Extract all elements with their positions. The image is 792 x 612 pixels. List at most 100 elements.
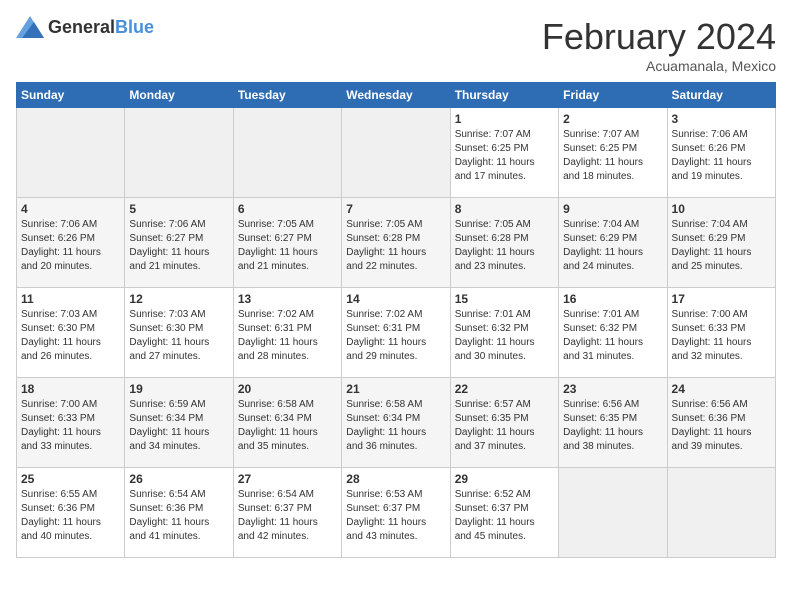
calendar-table: SundayMondayTuesdayWednesdayThursdayFrid… (16, 82, 776, 558)
calendar-cell: 23 Sunrise: 6:56 AM Sunset: 6:35 PM Dayli… (559, 378, 667, 468)
week-row-4: 18 Sunrise: 7:00 AM Sunset: 6:33 PM Dayli… (17, 378, 776, 468)
day-info: Sunrise: 6:54 AM Sunset: 6:36 PM Dayligh… (129, 488, 228, 544)
day-info: Sunrise: 6:56 AM Sunset: 6:36 PM Dayligh… (672, 398, 771, 454)
calendar-cell: 2 Sunrise: 7:07 AM Sunset: 6:25 PM Daylig… (559, 108, 667, 198)
calendar-cell: 17Sunrise: 7:00 AM Sunset: 6:33 PM Dayli… (667, 288, 775, 378)
day-info: Sunrise: 7:07 AM Sunset: 6:25 PM Dayligh… (455, 128, 554, 184)
title-block: February 2024 Acuamanala, Mexico (542, 16, 776, 74)
calendar-cell: 24 Sunrise: 6:56 AM Sunset: 6:36 PM Dayli… (667, 378, 775, 468)
day-number: 22 (455, 382, 554, 396)
day-number: 14 (346, 292, 445, 306)
calendar-cell: 25 Sunrise: 6:55 AM Sunset: 6:36 PM Dayli… (17, 468, 125, 558)
week-row-3: 11 Sunrise: 7:03 AM Sunset: 6:30 PM Dayli… (17, 288, 776, 378)
day-number: 11 (21, 292, 120, 306)
day-number: 4 (21, 202, 120, 216)
month-title: February 2024 (542, 16, 776, 58)
day-number: 16 (563, 292, 662, 306)
day-info: Sunrise: 6:59 AM Sunset: 6:34 PM Dayligh… (129, 398, 228, 454)
calendar-cell: 20 Sunrise: 6:58 AM Sunset: 6:34 PM Dayli… (233, 378, 341, 468)
day-number: 6 (238, 202, 337, 216)
day-number: 18 (21, 382, 120, 396)
calendar-cell: 11 Sunrise: 7:03 AM Sunset: 6:30 PM Dayli… (17, 288, 125, 378)
location: Acuamanala, Mexico (542, 58, 776, 74)
logo-general: General (48, 17, 115, 37)
calendar-cell: 22 Sunrise: 6:57 AM Sunset: 6:35 PM Dayli… (450, 378, 558, 468)
day-info: Sunrise: 6:54 AM Sunset: 6:37 PM Dayligh… (238, 488, 337, 544)
day-info: Sunrise: 7:00 AM Sunset: 6:33 PM Dayligh… (672, 308, 771, 364)
day-number: 5 (129, 202, 228, 216)
calendar-cell: 8 Sunrise: 7:05 AM Sunset: 6:28 PM Daylig… (450, 198, 558, 288)
calendar-body: 1 Sunrise: 7:07 AM Sunset: 6:25 PM Daylig… (17, 108, 776, 558)
day-number: 23 (563, 382, 662, 396)
day-info: Sunrise: 7:06 AM Sunset: 6:26 PM Dayligh… (672, 128, 771, 184)
calendar-cell: 9Sunrise: 7:04 AM Sunset: 6:29 PM Daylig… (559, 198, 667, 288)
day-info: Sunrise: 7:06 AM Sunset: 6:26 PM Dayligh… (21, 218, 120, 274)
day-info: Sunrise: 7:00 AM Sunset: 6:33 PM Dayligh… (21, 398, 120, 454)
calendar-cell: 3 Sunrise: 7:06 AM Sunset: 6:26 PM Daylig… (667, 108, 775, 198)
day-info: Sunrise: 7:05 AM Sunset: 6:28 PM Dayligh… (455, 218, 554, 274)
week-row-2: 4 Sunrise: 7:06 AM Sunset: 6:26 PM Daylig… (17, 198, 776, 288)
day-info: Sunrise: 7:01 AM Sunset: 6:32 PM Dayligh… (455, 308, 554, 364)
day-number: 3 (672, 112, 771, 126)
col-header-tuesday: Tuesday (233, 83, 341, 108)
day-info: Sunrise: 6:56 AM Sunset: 6:35 PM Dayligh… (563, 398, 662, 454)
calendar-cell: 28Sunrise: 6:53 AM Sunset: 6:37 PM Dayli… (342, 468, 450, 558)
calendar-cell: 6 Sunrise: 7:05 AM Sunset: 6:27 PM Daylig… (233, 198, 341, 288)
col-header-sunday: Sunday (17, 83, 125, 108)
calendar-cell (667, 468, 775, 558)
calendar-cell: 12Sunrise: 7:03 AM Sunset: 6:30 PM Dayli… (125, 288, 233, 378)
calendar-cell: 21 Sunrise: 6:58 AM Sunset: 6:34 PM Dayli… (342, 378, 450, 468)
day-info: Sunrise: 6:58 AM Sunset: 6:34 PM Dayligh… (346, 398, 445, 454)
day-info: Sunrise: 7:05 AM Sunset: 6:27 PM Dayligh… (238, 218, 337, 274)
day-info: Sunrise: 6:57 AM Sunset: 6:35 PM Dayligh… (455, 398, 554, 454)
calendar-cell: 19Sunrise: 6:59 AM Sunset: 6:34 PM Dayli… (125, 378, 233, 468)
calendar-cell: 10 Sunrise: 7:04 AM Sunset: 6:29 PM Dayli… (667, 198, 775, 288)
day-number: 29 (455, 472, 554, 486)
day-number: 26 (129, 472, 228, 486)
day-number: 20 (238, 382, 337, 396)
calendar-header-row: SundayMondayTuesdayWednesdayThursdayFrid… (17, 83, 776, 108)
day-number: 9 (563, 202, 662, 216)
logo: GeneralBlue (16, 16, 154, 38)
calendar-cell: 13Sunrise: 7:02 AM Sunset: 6:31 PM Dayli… (233, 288, 341, 378)
col-header-wednesday: Wednesday (342, 83, 450, 108)
day-info: Sunrise: 7:02 AM Sunset: 6:31 PM Dayligh… (238, 308, 337, 364)
day-info: Sunrise: 7:02 AM Sunset: 6:31 PM Dayligh… (346, 308, 445, 364)
day-info: Sunrise: 7:01 AM Sunset: 6:32 PM Dayligh… (563, 308, 662, 364)
calendar-cell: 27 Sunrise: 6:54 AM Sunset: 6:37 PM Dayli… (233, 468, 341, 558)
col-header-thursday: Thursday (450, 83, 558, 108)
day-number: 24 (672, 382, 771, 396)
day-number: 27 (238, 472, 337, 486)
calendar-cell (342, 108, 450, 198)
day-info: Sunrise: 7:05 AM Sunset: 6:28 PM Dayligh… (346, 218, 445, 274)
day-number: 12 (129, 292, 228, 306)
day-info: Sunrise: 6:55 AM Sunset: 6:36 PM Dayligh… (21, 488, 120, 544)
calendar-cell (125, 108, 233, 198)
calendar-cell: 26 Sunrise: 6:54 AM Sunset: 6:36 PM Dayli… (125, 468, 233, 558)
logo-icon (16, 16, 44, 38)
calendar-cell: 1 Sunrise: 7:07 AM Sunset: 6:25 PM Daylig… (450, 108, 558, 198)
day-info: Sunrise: 6:52 AM Sunset: 6:37 PM Dayligh… (455, 488, 554, 544)
day-number: 1 (455, 112, 554, 126)
calendar-cell: 15 Sunrise: 7:01 AM Sunset: 6:32 PM Dayli… (450, 288, 558, 378)
day-number: 8 (455, 202, 554, 216)
day-number: 7 (346, 202, 445, 216)
day-info: Sunrise: 6:53 AM Sunset: 6:37 PM Dayligh… (346, 488, 445, 544)
day-info: Sunrise: 7:07 AM Sunset: 6:25 PM Dayligh… (563, 128, 662, 184)
calendar-cell: 5 Sunrise: 7:06 AM Sunset: 6:27 PM Daylig… (125, 198, 233, 288)
calendar-cell: 16 Sunrise: 7:01 AM Sunset: 6:32 PM Dayli… (559, 288, 667, 378)
day-info: Sunrise: 7:03 AM Sunset: 6:30 PM Dayligh… (21, 308, 120, 364)
day-info: Sunrise: 6:58 AM Sunset: 6:34 PM Dayligh… (238, 398, 337, 454)
day-number: 21 (346, 382, 445, 396)
day-info: Sunrise: 7:04 AM Sunset: 6:29 PM Dayligh… (672, 218, 771, 274)
col-header-saturday: Saturday (667, 83, 775, 108)
week-row-5: 25 Sunrise: 6:55 AM Sunset: 6:36 PM Dayli… (17, 468, 776, 558)
day-number: 25 (21, 472, 120, 486)
day-number: 2 (563, 112, 662, 126)
day-info: Sunrise: 7:06 AM Sunset: 6:27 PM Dayligh… (129, 218, 228, 274)
logo-blue: Blue (115, 17, 154, 37)
day-number: 10 (672, 202, 771, 216)
week-row-1: 1 Sunrise: 7:07 AM Sunset: 6:25 PM Daylig… (17, 108, 776, 198)
calendar-cell: 29 Sunrise: 6:52 AM Sunset: 6:37 PM Dayli… (450, 468, 558, 558)
day-number: 15 (455, 292, 554, 306)
